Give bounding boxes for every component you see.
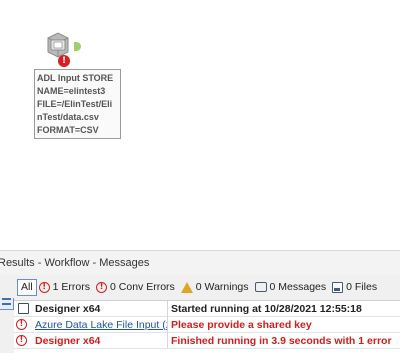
filter-all-button[interactable]: All [17,278,37,296]
error-icon: ! [16,335,27,346]
file-icon [332,281,344,293]
tool-annotation: ADL Input STORE NAME=elintest3 FILE=/Eli… [34,69,121,139]
row-tool-name: Designer x64 [32,332,168,349]
adl-input-tool[interactable]: ! [40,30,86,70]
filter-warnings-label: 0 Warnings [195,281,249,293]
results-table: Designer x64 Started running at 10/28/20… [14,300,400,353]
results-title-text: Results - Workflow - Messages [0,257,150,269]
results-filter-bar: All ! 1 Errors ! 0 Conv Errors 0 Warning… [0,276,400,298]
row-message: Please provide a shared key [171,318,312,331]
filter-errors-label: 1 Errors [52,281,91,293]
filter-conv-errors-label: 0 Conv Errors [110,281,175,293]
row-tool-link[interactable]: Azure Data Lake File Input (2) [35,319,167,331]
message-icon [254,282,267,292]
message-icon [17,303,29,314]
filter-errors-button[interactable]: ! 1 Errors [37,277,94,297]
error-icon: ! [16,319,27,330]
output-connector[interactable] [74,42,81,51]
filter-files-button[interactable]: 0 Files [330,277,381,297]
results-panel-title: Results - Workflow - Messages [0,250,400,275]
results-panel: Results - Workflow - Messages All ! 1 Er… [0,250,400,353]
filter-all-label: All [21,281,33,293]
row-tool-name: Designer x64 [32,300,168,317]
filter-messages-button[interactable]: 0 Messages [253,277,331,297]
table-row[interactable]: Designer x64 Started running at 10/28/20… [14,300,400,317]
filter-conv-errors-button[interactable]: ! 0 Conv Errors [94,277,179,297]
row-message: Finished running in 3.9 seconds with 1 e… [171,334,392,347]
filter-warnings-button[interactable]: 0 Warnings [179,277,253,297]
conv-error-icon: ! [96,281,108,293]
table-row[interactable]: ! Azure Data Lake File Input (2) Please … [14,316,400,333]
error-icon: ! [38,281,50,293]
filter-messages-label: 0 Messages [269,281,327,293]
filter-files-label: 0 Files [346,281,378,293]
tool-error-icon: ! [58,55,70,67]
warning-icon [180,281,193,293]
table-row[interactable]: ! Designer x64 Finished running in 3.9 s… [14,332,400,349]
row-message: Started running at 10/28/2021 12:55:18 [171,302,362,315]
workflow-canvas[interactable]: ! ADL Input STORE NAME=elintest3 FILE=/E… [0,0,400,250]
